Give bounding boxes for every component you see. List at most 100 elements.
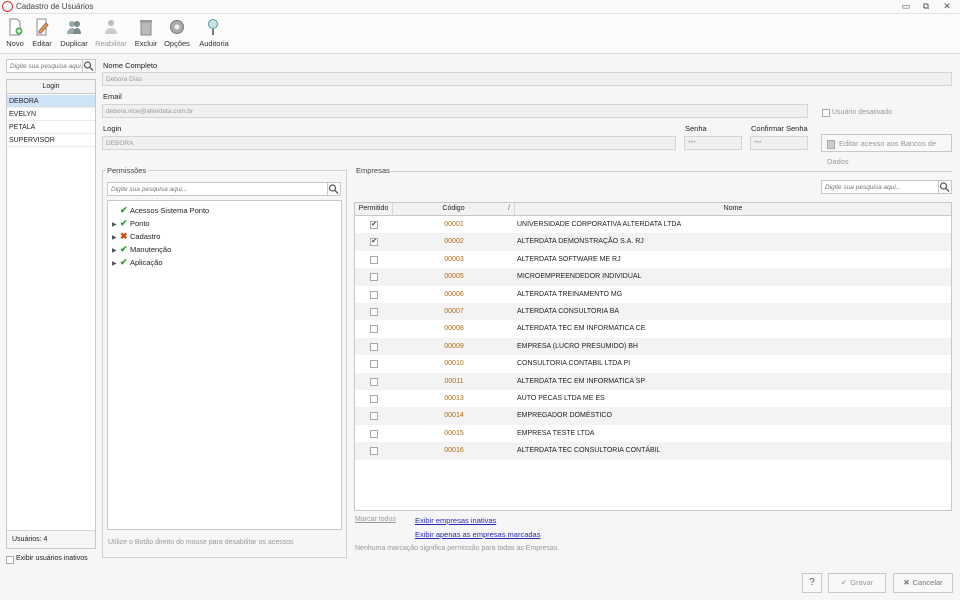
nome-cell: ALTERDATA TEC EM INFORMATICA CE [517,325,646,333]
codigo-cell: 00010 [444,360,464,368]
show-inactive-users-label: Exibir usuários inativos [16,555,88,562]
table-row[interactable]: 00003 ALTERDATA SOFTWARE ME RJ [355,251,951,268]
permissoes-tree: ✔ Acessos Sistema Ponto ▶ ✔ Ponto ▶ ✖ Cadastr… [107,200,342,530]
help-button[interactable]: ? [802,573,822,593]
codigo-cell: 00014 [444,412,464,420]
nome-cell: CONSULTORIA CONTABIL LTDA PI [517,360,631,368]
exibir-marcadas-link[interactable]: Exibir apenas as empresas marcadas [415,530,540,539]
tree-item-ponto[interactable]: ▶ ✔ Ponto [112,217,150,229]
duplicar-button[interactable]: Duplicar [58,18,90,52]
auditoria-button[interactable]: Auditoria [197,18,231,52]
permitido-checkbox[interactable] [370,429,378,438]
login-field[interactable]: DEBORA [102,136,676,150]
cancelar-button[interactable]: ✖ Cancelar [893,573,953,593]
login-item-evelyn[interactable]: EVELYN [7,108,95,121]
login-item-supervisor[interactable]: SUPERVISOR [7,134,95,147]
tree-item-acessos[interactable]: ✔ Acessos Sistema Ponto [112,204,209,216]
tree-item-cadastro[interactable]: ▶ ✖ Cadastro [112,230,160,242]
codigo-cell: 00007 [444,308,464,315]
table-row[interactable]: 00010 CONSULTORIA CONTABIL LTDA PI [355,355,951,372]
show-inactive-users-checkbox[interactable] [6,556,14,564]
login-list: Login DEBORA EVELYN PETALA SUPERVISOR Us… [6,79,96,549]
minimize-icon[interactable]: ▭ [900,1,912,12]
permitido-checkbox[interactable]: ✔ [370,238,378,247]
permitido-checkbox[interactable] [370,447,378,456]
permitido-checkbox[interactable] [370,395,378,403]
table-row[interactable]: 00009 EMPRESA (LUCRO PRESUMIDO) BH [355,337,951,356]
empresas-search-input[interactable]: Digite sua pesquisa aqui... [821,180,939,194]
login-item-petala[interactable]: PETALA [7,121,95,134]
permitido-checkbox[interactable] [370,377,378,386]
table-row[interactable]: ✔ 00001 UNIVERSIDADE CORPORATIVA ALTERDATA… [355,216,951,233]
nome-label: Nome Completo [103,61,158,70]
excluir-button[interactable]: Excluir [133,18,159,52]
duplicar-label: Duplicar [60,39,88,48]
permitido-checkbox[interactable] [370,325,378,334]
confirmar-senha-field[interactable]: *** [750,136,808,150]
table-row[interactable]: 00015 EMPRESA TESTE LTDA [355,425,951,442]
sort-indicator-icon: / [508,205,510,212]
tree-item-aplicacao[interactable]: ▶ ✔ Aplicação [112,256,163,268]
table-row[interactable]: 00016 ALTERDATA TEC CONSULTORIA CONTÁBIL [355,442,951,460]
gravar-label: Gravar [850,578,874,587]
denied-x-icon: ✖ [120,231,128,241]
reabilitar-label: Reabilitar [95,39,127,48]
window-title: Cadastro de Usuários [16,2,94,11]
permitido-checkbox[interactable] [370,273,378,282]
codigo-cell: 00013 [444,395,464,402]
permitido-checkbox[interactable] [370,342,378,351]
permissoes-search-input[interactable]: Digite sua pesquisa aqui... [107,182,328,196]
nome-cell: ALTERDATA SOFTWARE ME RJ [517,255,621,263]
table-row[interactable]: 00007 ALTERDATA CONSULTORIA BA [355,303,951,321]
col-permitido[interactable]: Permitido [355,203,393,216]
permitido-checkbox[interactable] [370,290,378,299]
usuario-desativado-checkbox[interactable] [822,109,830,117]
col-codigo[interactable]: Código / [393,203,515,216]
editar-acesso-button[interactable]: Editar acesso aos Bancos de Dados [821,134,952,166]
permitido-checkbox[interactable] [370,360,378,369]
marcar-todos-link[interactable]: Marcar todos [355,516,396,523]
expand-arrow-icon[interactable]: ▶ [112,258,120,270]
permissoes-search-button[interactable] [328,182,341,196]
email-field[interactable]: debora.vice@alterdata.com.br [102,104,808,118]
permitido-checkbox[interactable]: ✔ [370,221,378,229]
senha-field[interactable]: *** [684,136,742,150]
login-search-button[interactable] [83,59,96,73]
check-icon: ✔ [120,205,128,215]
gravar-button[interactable]: ✔ Gravar [828,573,886,593]
table-row[interactable]: 00006 ALTERDATA TREINAMENTO MG [355,286,951,303]
permitido-checkbox[interactable] [370,412,378,421]
table-row[interactable]: 00014 EMPREGADOR DOMÉSTICO [355,407,951,425]
editar-label: Editar [32,39,52,48]
login-item-debora[interactable]: DEBORA [7,95,95,108]
novo-button[interactable]: Novo [3,18,27,52]
empresas-title: Empresas [354,166,392,175]
permitido-checkbox[interactable] [370,308,378,316]
opcoes-button[interactable]: Opções [163,18,191,52]
empresas-search-button[interactable] [939,180,952,194]
empresas-nota: Nenhuma marcação significa permissão par… [355,545,560,552]
table-row[interactable]: 00011 ALTERDATA TEC EM INFORMATICA SP [355,372,951,390]
exibir-inativas-link[interactable]: Exibir empresas inativas [415,516,496,525]
cancelar-label: Cancelar [912,578,943,587]
usuario-desativado-label: Usuário desativado [832,109,892,116]
table-row[interactable]: 00005 MICROEMPREENDEDOR INDIVIDUAL [355,268,951,286]
close-icon[interactable]: ✕ [941,1,953,12]
permitido-checkbox[interactable] [370,255,378,264]
nome-field[interactable]: Debora Dias [102,72,952,86]
new-document-icon [9,18,23,36]
tree-item-manutencao[interactable]: ▶ ✔ Manutenção [112,243,171,255]
editar-button[interactable]: Editar [30,18,54,52]
users-icon [67,21,81,34]
opcoes-label: Opções [164,39,190,48]
email-label: Email [103,92,122,101]
table-row[interactable]: 00013 AUTO PECAS LTDA ME ES [355,390,951,407]
table-row[interactable]: ✔ 00002 ALTERDATA DEMONSTRAÇÃO S.A. RJ [355,233,951,251]
table-row[interactable]: 00008 ALTERDATA TEC EM INFORMATICA CE [355,320,951,337]
login-search-input[interactable]: Digite sua pesquisa aqui... [6,59,83,73]
reactivate-user-icon [105,20,117,34]
reabilitar-button[interactable]: Reabilitar [94,18,128,52]
login-column-header[interactable]: Login [7,80,95,94]
col-nome[interactable]: Nome [515,203,951,216]
restore-icon[interactable]: ⧉ [920,1,932,12]
